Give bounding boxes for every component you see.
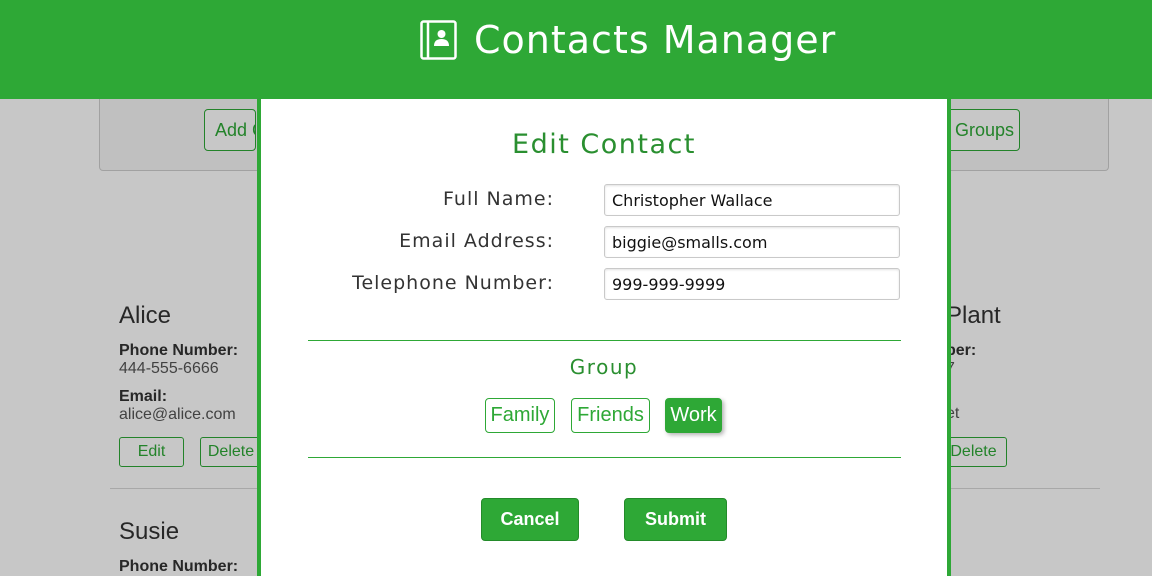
telephone-number-input[interactable] — [604, 268, 900, 300]
divider — [308, 340, 901, 341]
divider — [308, 457, 901, 458]
edit-contact-modal: Edit Contact Full Name: Email Address: T… — [257, 99, 951, 576]
email-address-input[interactable] — [604, 226, 900, 258]
group-work-button[interactable]: Work — [665, 398, 722, 433]
group-friends-button[interactable]: Friends — [571, 398, 650, 433]
full-name-label: Full Name: — [443, 188, 554, 210]
group-family-button[interactable]: Family — [485, 398, 555, 433]
contacts-book-icon — [420, 20, 457, 60]
app-title: Contacts Manager — [474, 18, 837, 62]
group-title: Group — [569, 355, 639, 379]
cancel-button[interactable]: Cancel — [481, 498, 579, 541]
header-brand: Contacts Manager — [420, 18, 836, 62]
submit-button[interactable]: Submit — [624, 498, 727, 541]
modal-title: Edit Contact — [512, 129, 696, 160]
app-header: Contacts Manager — [0, 0, 1152, 99]
full-name-input[interactable] — [604, 184, 900, 216]
telephone-number-label: Telephone Number: — [352, 272, 554, 294]
email-address-label: Email Address: — [399, 230, 554, 252]
